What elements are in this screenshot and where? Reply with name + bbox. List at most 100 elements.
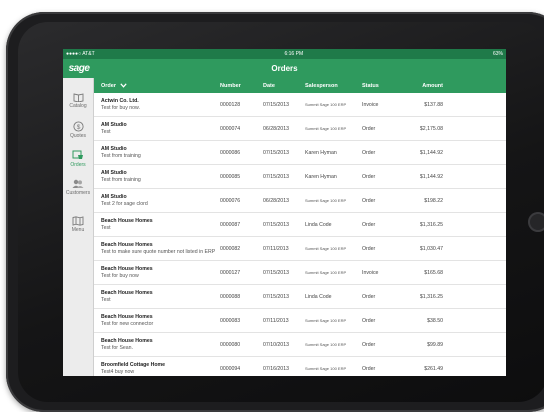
order-number: 0000094 bbox=[220, 365, 241, 372]
order-status: Order bbox=[362, 245, 376, 252]
order-status: Order bbox=[362, 173, 376, 180]
app-screen: ●●●●○ AT&T 6:16 PM 63% sage Orders Catal… bbox=[63, 49, 506, 376]
header-status[interactable]: Status bbox=[362, 83, 397, 89]
table-header: Order Number Date Salesperson Status Amo… bbox=[94, 78, 506, 93]
order-note: Test bbox=[101, 297, 111, 303]
table-row[interactable]: Beach House Homes Test for buy now 000012… bbox=[94, 261, 506, 285]
order-status: Order bbox=[362, 341, 376, 348]
salesperson: Summit Sage 100 ERP bbox=[305, 101, 347, 107]
clock-label: 6:16 PM bbox=[284, 51, 304, 57]
sidebar-item-label: Quotes bbox=[69, 132, 87, 139]
table-row[interactable]: Beach House Homes Test for new connector … bbox=[94, 309, 506, 333]
salesperson: Linda Code bbox=[305, 221, 332, 228]
order-date: 07/16/2013 bbox=[263, 365, 289, 372]
customer-name: Beach House Homes bbox=[101, 218, 153, 224]
order-date: 07/11/2013 bbox=[263, 317, 289, 324]
order-number: 0000128 bbox=[220, 101, 241, 108]
sidebar-item-label: Customers bbox=[65, 190, 91, 196]
customer-name: Broomfield Cottage Home bbox=[101, 362, 165, 368]
table-row[interactable]: Broomfield Cottage Home Test4 buy now 000… bbox=[94, 357, 506, 376]
table-row[interactable]: Beach House Homes Test 0000087 07/15/2013… bbox=[94, 213, 506, 237]
customer-name: Beach House Homes bbox=[101, 290, 153, 296]
order-date: 06/28/2013 bbox=[263, 197, 289, 204]
order-number: 0000080 bbox=[220, 341, 241, 348]
order-note: Test bbox=[101, 129, 111, 135]
order-amount: $99.89 bbox=[427, 341, 443, 348]
sidebar-item-label: Menu bbox=[71, 227, 85, 233]
order-amount: $137.88 bbox=[424, 101, 443, 108]
table-row[interactable]: AM Studio Test 0000074 06/28/2013 Summit … bbox=[94, 117, 506, 141]
order-amount: $38.50 bbox=[427, 317, 443, 324]
customer-name: AM Studio bbox=[101, 122, 127, 128]
svg-text:$: $ bbox=[76, 123, 80, 130]
order-status: Order bbox=[362, 125, 376, 132]
salesperson: Summit Sage 100 ERP bbox=[305, 245, 347, 251]
order-amount: $1,030.47 bbox=[419, 245, 443, 252]
customer-name: Beach House Homes bbox=[101, 338, 153, 344]
order-amount: $1,316.25 bbox=[419, 293, 443, 300]
customer-name: AM Studio bbox=[101, 146, 127, 152]
order-amount: $165.68 bbox=[424, 269, 443, 276]
table-row[interactable]: AM Studio Test from training 0000086 07/1… bbox=[94, 141, 506, 165]
order-note: Test from training bbox=[101, 177, 141, 183]
sidebar-item-orders[interactable]: Orders bbox=[63, 144, 93, 173]
sidebar-item-label: Catalog bbox=[69, 102, 87, 109]
order-amount: $1,144.92 bbox=[419, 173, 443, 180]
table-row[interactable]: Actwin Co. Ltd. Test for buy now. 0000128… bbox=[94, 93, 506, 117]
order-status: Order bbox=[362, 221, 376, 228]
order-date: 07/15/2013 bbox=[263, 221, 289, 228]
order-date: 07/15/2013 bbox=[263, 149, 289, 156]
order-status: Invoice bbox=[362, 101, 379, 108]
order-number: 0000086 bbox=[220, 149, 241, 156]
order-amount: $2,175.08 bbox=[419, 125, 443, 132]
order-note: Test for buy now bbox=[101, 273, 139, 279]
customer-name: Actwin Co. Ltd. bbox=[101, 98, 139, 104]
salesperson: Summit Sage 100 ERP bbox=[305, 317, 347, 323]
salesperson: Karen Hyman bbox=[305, 173, 337, 180]
order-date: 07/15/2013 bbox=[263, 269, 289, 276]
table-row[interactable]: Beach House Homes Test to make sure quote… bbox=[94, 237, 506, 261]
salesperson: Linda Code bbox=[305, 293, 332, 300]
order-note: Test for Sean. bbox=[101, 345, 134, 351]
order-note: Test from training bbox=[101, 153, 141, 159]
order-status: Order bbox=[362, 293, 376, 300]
order-status: Order bbox=[362, 149, 376, 156]
sidebar-item-customers[interactable]: Customers bbox=[63, 173, 93, 202]
order-number: 0000085 bbox=[220, 173, 241, 180]
home-button[interactable] bbox=[528, 212, 544, 232]
table-row[interactable]: Beach House Homes Test 0000088 07/15/2013… bbox=[94, 285, 506, 309]
salesperson: Karen Hyman bbox=[305, 149, 337, 156]
header-salesperson[interactable]: Salesperson bbox=[305, 83, 362, 89]
carrier-label: ●●●●○ AT&T bbox=[66, 51, 95, 57]
table-row[interactable]: AM Studio Test from training 0000085 07/1… bbox=[94, 165, 506, 189]
order-number: 0000082 bbox=[220, 245, 241, 252]
order-status: Order bbox=[362, 365, 376, 372]
battery-label: 63% bbox=[492, 51, 503, 57]
order-status: Invoice bbox=[362, 269, 379, 276]
salesperson: Summit Sage 100 ERP bbox=[305, 197, 347, 203]
header-amount[interactable]: Amount bbox=[397, 83, 443, 89]
header-date[interactable]: Date bbox=[263, 83, 305, 89]
order-note: Test4 buy now bbox=[101, 369, 135, 375]
customer-name: AM Studio bbox=[101, 194, 127, 200]
salesperson: Summit Sage 100 ERP bbox=[305, 125, 347, 131]
table-row[interactable]: AM Studio Test 2 for sage clord 0000076 0… bbox=[94, 189, 506, 213]
sidebar-item-quotes[interactable]: $ Quotes bbox=[63, 115, 93, 144]
sidebar-item-menu[interactable]: Menu bbox=[63, 210, 93, 239]
sidebar-item-catalog[interactable]: Catalog bbox=[63, 86, 93, 115]
order-number: 0000076 bbox=[220, 197, 241, 204]
salesperson: Summit Sage 100 ERP bbox=[305, 269, 347, 275]
page-title: Orders bbox=[271, 64, 298, 73]
nav-bar: sage Orders bbox=[63, 59, 506, 78]
order-amount: $1,144.92 bbox=[419, 149, 443, 156]
order-number: 0000087 bbox=[220, 221, 241, 228]
table-row[interactable]: Beach House Homes Test for Sean. 0000080 … bbox=[94, 333, 506, 357]
header-order[interactable]: Order bbox=[94, 83, 220, 89]
order-amount: $198.22 bbox=[424, 197, 443, 204]
salesperson: Summit Sage 100 ERP bbox=[305, 365, 347, 371]
customer-name: AM Studio bbox=[101, 170, 127, 176]
dollar-circle-icon: $ bbox=[72, 120, 84, 132]
order-note: Test for buy now. bbox=[101, 105, 140, 111]
status-bar: ●●●●○ AT&T 6:16 PM 63% bbox=[63, 49, 506, 59]
header-number[interactable]: Number bbox=[220, 83, 263, 89]
